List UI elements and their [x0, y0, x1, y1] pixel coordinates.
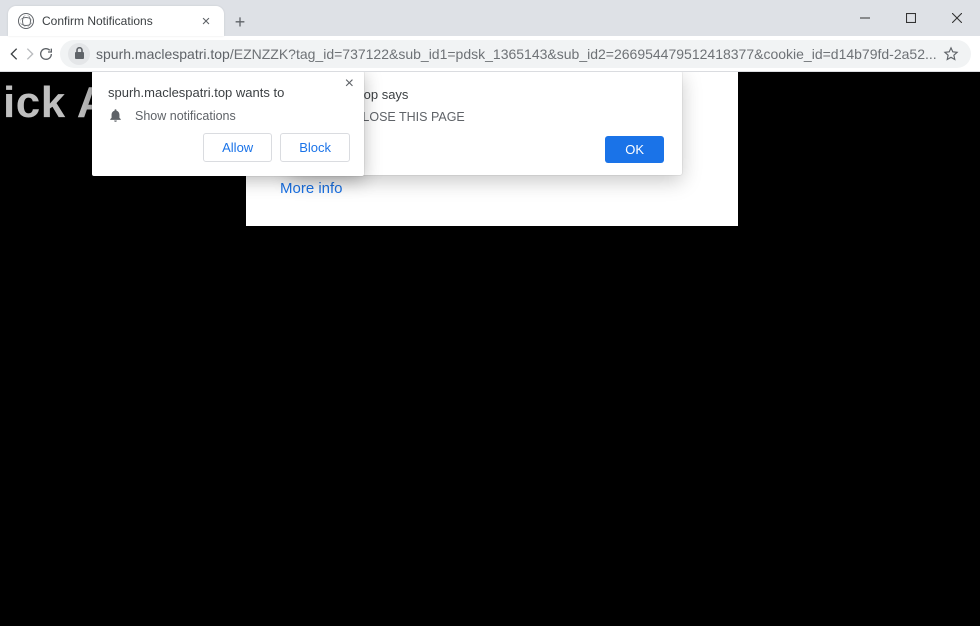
globe-icon [18, 13, 34, 29]
window-titlebar: Confirm Notifications × + [0, 0, 980, 36]
allow-button[interactable]: Allow [203, 133, 272, 162]
permission-close-icon[interactable]: × [345, 75, 354, 93]
alert-ok-button[interactable]: OK [605, 136, 664, 163]
page-content: Click Allow to confirm you are not a Mor… [0, 72, 980, 626]
back-button[interactable] [6, 40, 22, 68]
extensions-button[interactable] [977, 40, 980, 68]
forward-button[interactable] [22, 40, 38, 68]
reload-button[interactable] [38, 40, 54, 68]
new-tab-button[interactable]: + [228, 10, 252, 34]
close-window-button[interactable] [934, 0, 980, 36]
tab-title: Confirm Notifications [42, 14, 194, 28]
site-info-button[interactable] [68, 43, 90, 65]
url-text: spurh.maclespatri.top/EZNZZK?tag_id=7371… [96, 46, 937, 62]
bell-icon [108, 108, 123, 123]
permission-dialog: × spurh.maclespatri.top wants to Show no… [92, 72, 364, 176]
minimize-button[interactable] [842, 0, 888, 36]
permission-title: spurh.maclespatri.top wants to [108, 85, 350, 100]
star-icon [943, 46, 959, 62]
maximize-button[interactable] [888, 0, 934, 36]
url-host: spurh.maclespatri.top [96, 46, 230, 62]
permission-row: Show notifications [108, 108, 350, 123]
lock-icon [74, 47, 85, 60]
window-controls [842, 0, 980, 36]
block-button[interactable]: Block [280, 133, 350, 162]
address-bar[interactable]: spurh.maclespatri.top/EZNZZK?tag_id=7371… [60, 40, 971, 68]
permission-actions: Allow Block [108, 133, 350, 162]
browser-toolbar: spurh.maclespatri.top/EZNZZK?tag_id=7371… [0, 36, 980, 72]
more-info-link[interactable]: More info [280, 180, 343, 197]
bookmark-button[interactable] [943, 46, 959, 62]
permission-row-text: Show notifications [135, 109, 236, 123]
browser-tab[interactable]: Confirm Notifications × [8, 6, 224, 36]
url-path: /EZNZZK?tag_id=737122&sub_id1=pdsk_13651… [230, 46, 937, 62]
close-tab-icon[interactable]: × [198, 13, 214, 29]
puzzle-icon [977, 46, 980, 62]
